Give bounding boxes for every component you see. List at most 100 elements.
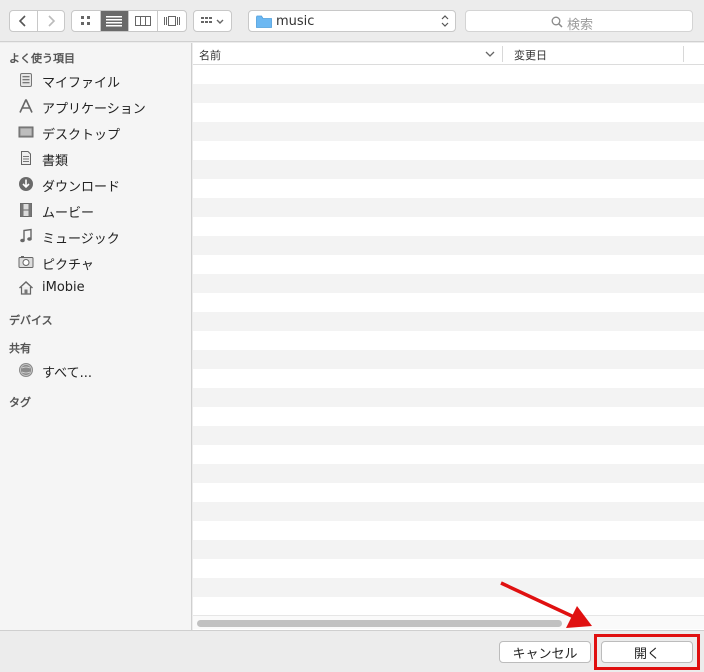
applications-icon bbox=[17, 97, 35, 115]
chevron-left-icon bbox=[19, 15, 26, 27]
file-rows bbox=[193, 65, 704, 625]
sidebar-item-label: ミュージック bbox=[42, 232, 120, 247]
empty-row bbox=[193, 464, 704, 483]
sort-chevron-down-icon bbox=[485, 51, 495, 57]
empty-row bbox=[193, 141, 704, 160]
updown-arrows-icon bbox=[441, 15, 449, 27]
column-view-button[interactable] bbox=[129, 11, 158, 31]
coverflow-view-button[interactable] bbox=[158, 11, 186, 31]
list-icon bbox=[106, 16, 123, 27]
chevron-right-icon bbox=[48, 15, 55, 27]
empty-row bbox=[193, 217, 704, 236]
empty-row bbox=[193, 521, 704, 540]
empty-row bbox=[193, 65, 704, 84]
grid-icon bbox=[80, 16, 90, 25]
column-header: 名前 変更日 bbox=[193, 43, 704, 65]
empty-row bbox=[193, 255, 704, 274]
empty-row bbox=[193, 388, 704, 407]
empty-row bbox=[193, 483, 704, 502]
column-divider[interactable] bbox=[683, 46, 684, 62]
sidebar-item-music[interactable]: ミュージック bbox=[0, 223, 191, 249]
sidebar-item-label: アプリケーション bbox=[42, 102, 146, 117]
empty-row bbox=[193, 274, 704, 293]
list-view-button[interactable] bbox=[100, 11, 129, 31]
empty-row bbox=[193, 122, 704, 141]
sidebar-item-applications[interactable]: アプリケーション bbox=[0, 93, 191, 119]
sidebar-item-label: ピクチャ bbox=[42, 258, 94, 273]
sidebar-item-movies[interactable]: ムービー bbox=[0, 197, 191, 223]
sidebar-item-label: ムービー bbox=[42, 206, 95, 221]
empty-row bbox=[193, 559, 704, 578]
sidebar-item-pictures[interactable]: ピクチャ bbox=[0, 249, 191, 275]
downloads-icon bbox=[17, 175, 35, 193]
tags-header: タグ bbox=[9, 396, 31, 409]
documents-icon bbox=[17, 149, 35, 167]
sidebar-item-all-my-files[interactable]: マイファイル bbox=[0, 67, 191, 93]
sidebar-item-label: すべて... bbox=[42, 366, 92, 381]
empty-row bbox=[193, 198, 704, 217]
empty-row bbox=[193, 350, 704, 369]
empty-row bbox=[193, 236, 704, 255]
icon-view-button[interactable] bbox=[72, 11, 101, 31]
home-icon bbox=[17, 279, 35, 297]
network-icon bbox=[17, 361, 35, 379]
all-my-files-icon bbox=[17, 71, 35, 89]
search-placeholder: 検索 bbox=[567, 18, 594, 33]
sidebar: よく使う項目 マイファイル アプリケーション デスクトップ 書類 ダウンロード bbox=[0, 43, 192, 630]
sidebar-item-downloads[interactable]: ダウンロード bbox=[0, 171, 191, 197]
empty-row bbox=[193, 597, 704, 616]
shared-header: 共有 bbox=[9, 342, 31, 355]
empty-row bbox=[193, 160, 704, 179]
sidebar-item-label: マイファイル bbox=[42, 76, 121, 91]
favorites-header: よく使う項目 bbox=[9, 52, 75, 65]
coverflow-icon bbox=[163, 16, 180, 26]
empty-row bbox=[193, 578, 704, 597]
arrange-icon bbox=[200, 17, 223, 24]
empty-row bbox=[193, 540, 704, 559]
search-field[interactable]: 検索 bbox=[465, 10, 693, 33]
desktop-icon bbox=[17, 123, 35, 141]
empty-row bbox=[193, 331, 704, 350]
sidebar-item-imobie[interactable]: iMobie bbox=[0, 275, 191, 301]
column-modified-header[interactable]: 変更日 bbox=[514, 47, 547, 63]
empty-row bbox=[193, 369, 704, 388]
pictures-icon bbox=[17, 253, 35, 271]
columns-icon bbox=[134, 16, 151, 26]
empty-row bbox=[193, 103, 704, 122]
empty-row bbox=[193, 502, 704, 521]
toolbar: music 検索 bbox=[0, 0, 704, 42]
folder-icon bbox=[256, 15, 272, 28]
view-mode-control bbox=[71, 10, 187, 32]
sidebar-item-label: ダウンロード bbox=[42, 180, 121, 195]
arrange-button[interactable] bbox=[193, 10, 232, 32]
empty-row bbox=[193, 312, 704, 331]
music-icon bbox=[17, 227, 35, 245]
scrollbar-thumb[interactable] bbox=[197, 620, 562, 627]
sidebar-item-desktop[interactable]: デスクトップ bbox=[0, 119, 191, 145]
forward-button[interactable] bbox=[38, 11, 65, 31]
horizontal-scrollbar[interactable] bbox=[193, 615, 704, 629]
sidebar-item-label: iMobie bbox=[42, 280, 85, 295]
column-name-header[interactable]: 名前 bbox=[199, 47, 221, 63]
movies-icon bbox=[17, 201, 35, 219]
empty-row bbox=[193, 407, 704, 426]
file-list[interactable]: 名前 変更日 bbox=[193, 43, 704, 630]
highlight-box bbox=[594, 634, 700, 670]
sidebar-item-shared-all[interactable]: すべて... bbox=[0, 357, 191, 383]
path-popup[interactable]: music bbox=[248, 10, 456, 32]
empty-row bbox=[193, 293, 704, 312]
empty-row bbox=[193, 426, 704, 445]
empty-row bbox=[193, 84, 704, 103]
empty-row bbox=[193, 445, 704, 464]
column-divider[interactable] bbox=[502, 46, 503, 62]
devices-header: デバイス bbox=[9, 314, 53, 327]
search-icon bbox=[551, 16, 563, 28]
path-popup-label: music bbox=[276, 14, 315, 29]
back-button[interactable] bbox=[10, 11, 38, 31]
sidebar-item-label: デスクトップ bbox=[42, 128, 121, 143]
empty-row bbox=[193, 179, 704, 198]
cancel-button[interactable]: キャンセル bbox=[499, 641, 591, 663]
back-forward-control bbox=[9, 10, 65, 32]
sidebar-item-documents[interactable]: 書類 bbox=[0, 145, 191, 171]
sidebar-item-label: 書類 bbox=[42, 154, 69, 169]
